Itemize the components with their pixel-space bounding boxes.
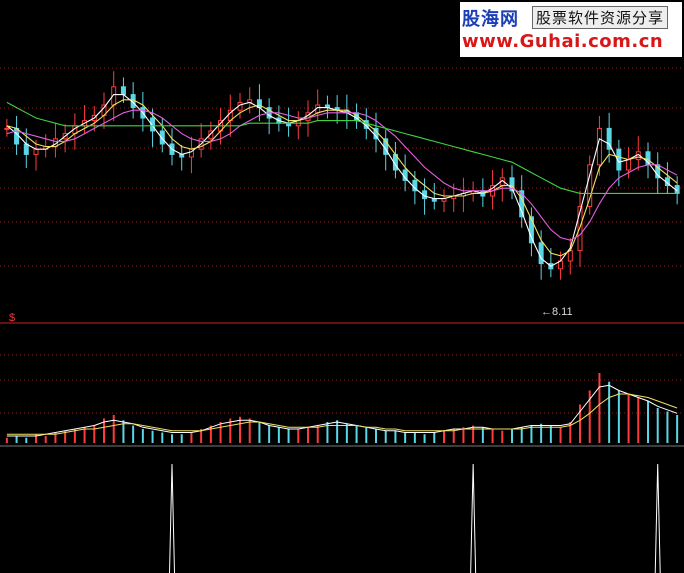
low-price-label: ←8.11 — [541, 306, 573, 318]
volume-layer — [5, 373, 679, 443]
chart-stage: $ ←8.11 股海网 股票软件资源分享 www.Guhai.com.cn — [0, 0, 684, 573]
candle-body — [626, 159, 632, 171]
ma-lines-layer — [6, 94, 678, 267]
candle-body — [4, 127, 10, 130]
candle-body — [567, 250, 573, 262]
marker-symbol: $ — [9, 312, 15, 324]
signal-spike — [470, 463, 477, 573]
watermark-url: www.Guhai.com.cn — [462, 31, 664, 52]
candle-body — [120, 86, 126, 96]
signal-spike — [169, 463, 175, 573]
watermark: 股海网 股票软件资源分享 www.Guhai.com.cn — [460, 2, 682, 57]
watermark-brand: 股海网 — [462, 9, 519, 30]
candle-body — [33, 148, 39, 155]
candle-body — [538, 242, 544, 265]
ma-mid-line — [6, 99, 678, 257]
candle-body — [596, 127, 602, 166]
volume-ma-slow-line — [6, 393, 678, 435]
candles-layer — [4, 71, 680, 280]
volume-ma-fast-line — [6, 384, 678, 437]
watermark-tagline: 股票软件资源分享 — [532, 6, 669, 29]
signal-layer — [169, 463, 661, 573]
ma-slow-line — [6, 109, 678, 241]
stock-chart: $ ←8.11 — [0, 67, 684, 573]
signal-spike — [654, 463, 661, 573]
candle-body — [23, 143, 29, 155]
